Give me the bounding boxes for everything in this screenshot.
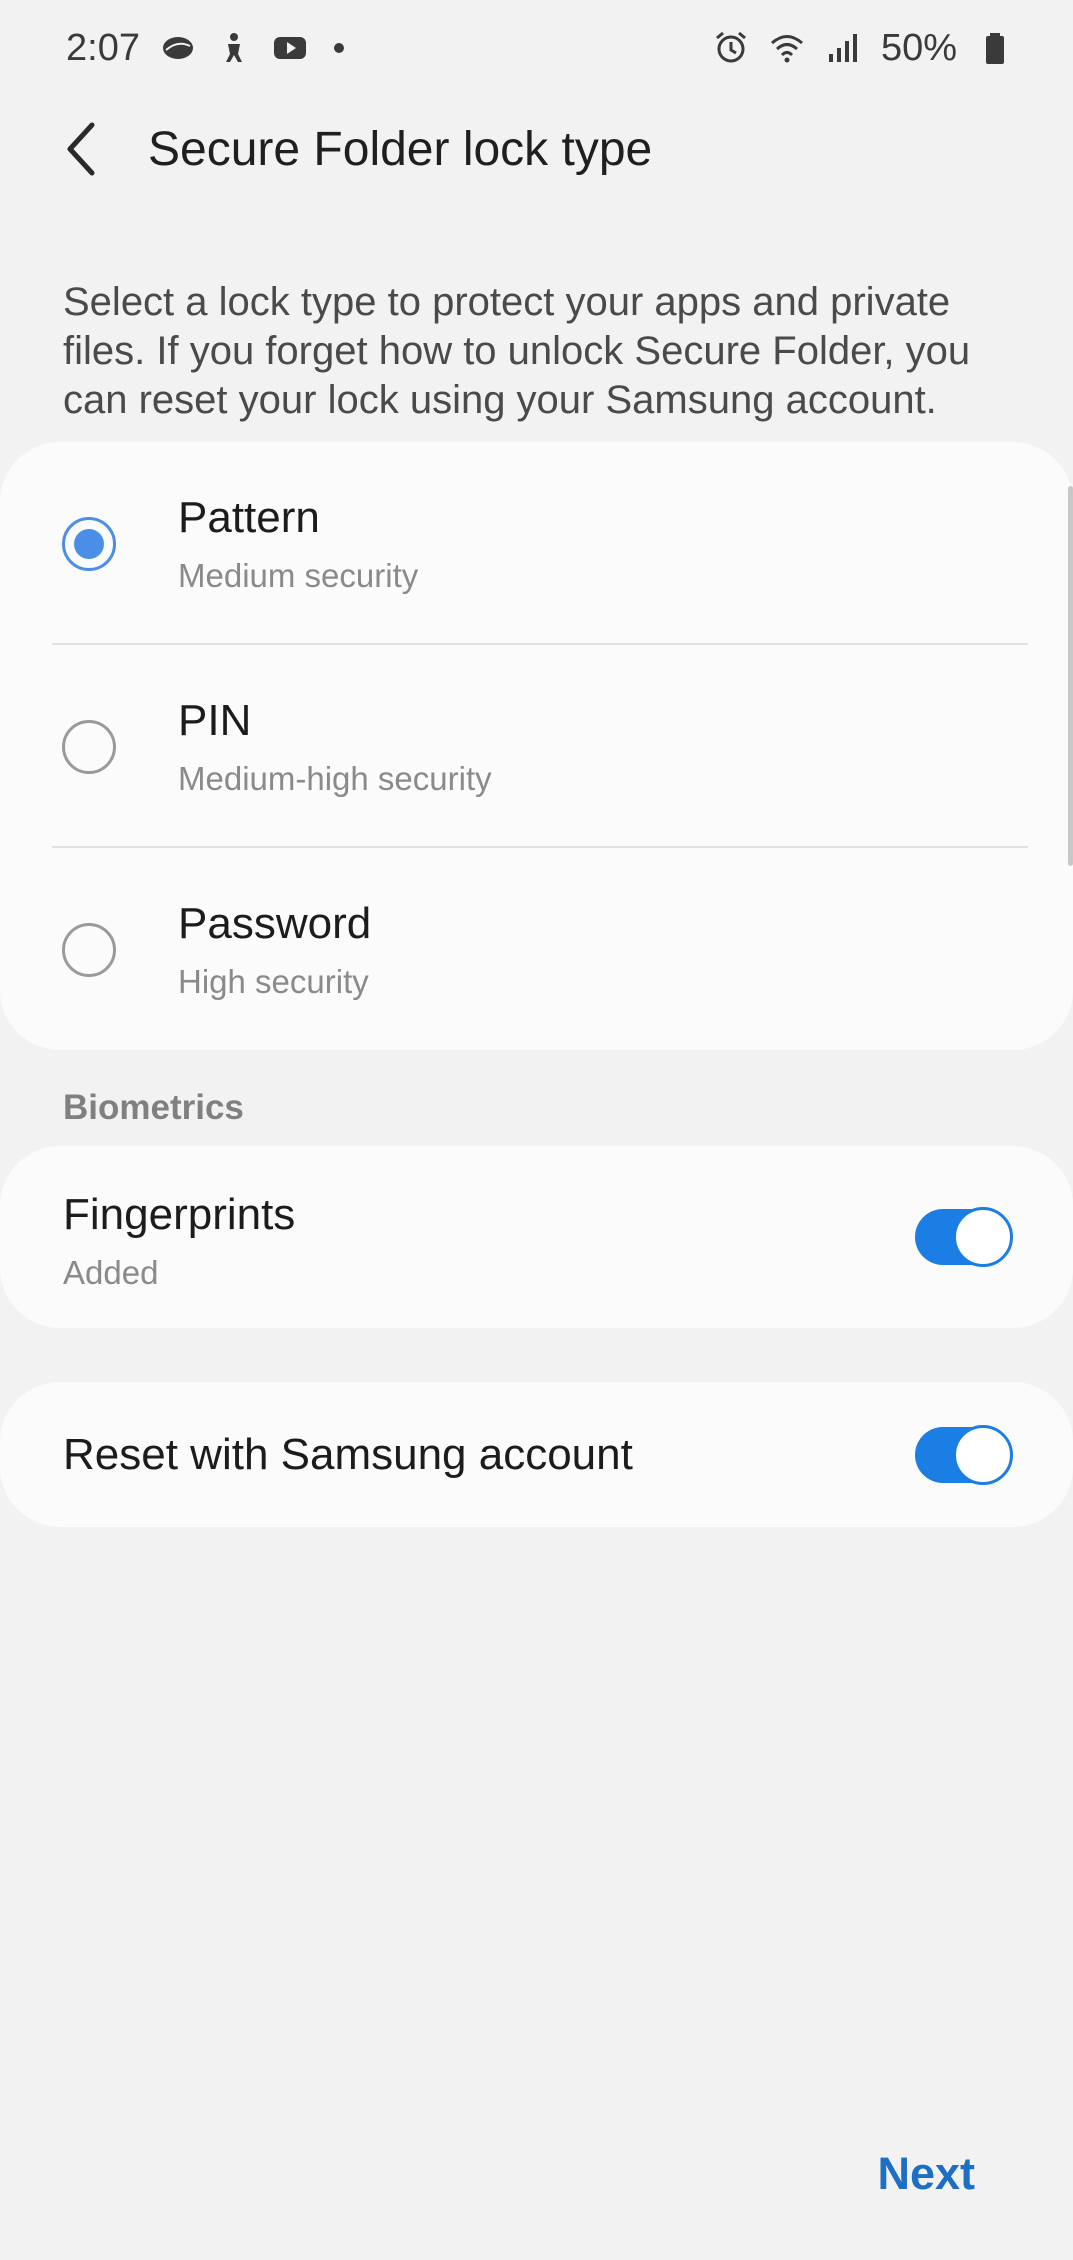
chevron-left-icon [67, 122, 95, 176]
battery-icon [977, 30, 1013, 66]
lock-option-title: PIN [178, 695, 252, 745]
radio-password[interactable] [62, 922, 116, 977]
next-button[interactable]: Next [877, 2148, 975, 2200]
signal-icon [825, 30, 861, 66]
fingerprints-subtitle: Added [63, 1254, 159, 1291]
lock-option-pin[interactable]: PIN Medium-high security [0, 645, 1073, 848]
sms-app-icon [160, 30, 196, 66]
lock-option-text: Pattern Medium security [178, 493, 418, 595]
notification-dot-icon [333, 43, 344, 53]
accessibility-icon [216, 30, 252, 66]
wifi-icon [769, 30, 805, 66]
radio-pin[interactable] [62, 719, 116, 774]
lock-options-card: Pattern Medium security PIN Medium-high … [0, 442, 1073, 1050]
fingerprints-toggle[interactable] [915, 1207, 1013, 1267]
lock-option-password[interactable]: Password High security [0, 848, 1073, 1051]
battery-percent: 50% [880, 26, 957, 69]
alarm-icon [713, 30, 749, 66]
radio-pattern[interactable] [62, 516, 116, 571]
scrollbar[interactable] [1068, 486, 1073, 866]
status-bar: 2:07 50% [0, 0, 1073, 96]
section-label-biometrics: Biometrics [63, 1088, 244, 1127]
fingerprints-text: Fingerprints Added [63, 1190, 295, 1292]
youtube-icon [272, 30, 308, 66]
lock-option-title: Pattern [178, 492, 320, 542]
status-bar-left: 2:07 [66, 27, 344, 70]
lock-option-title: Password [178, 898, 372, 948]
lock-option-pattern[interactable]: Pattern Medium security [0, 442, 1073, 645]
app-bar: Secure Folder lock type [0, 96, 1073, 202]
page-title: Secure Folder lock type [148, 122, 653, 176]
lock-option-subtitle: Medium-high security [178, 759, 492, 797]
lock-type-description: Select a lock type to protect your apps … [63, 280, 971, 422]
lock-option-text: Password High security [178, 899, 371, 1001]
reset-samsung-text: Reset with Samsung account [63, 1430, 633, 1480]
lock-option-subtitle: High security [178, 962, 369, 1000]
lock-option-subtitle: Medium security [178, 556, 419, 594]
back-button[interactable] [32, 99, 132, 199]
toggle-knob [953, 1207, 1013, 1267]
reset-samsung-title: Reset with Samsung account [63, 1430, 633, 1479]
status-bar-right: 50% [713, 27, 1013, 70]
status-time: 2:07 [66, 26, 140, 69]
fingerprints-card[interactable]: Fingerprints Added [0, 1146, 1073, 1328]
toggle-knob [953, 1425, 1013, 1485]
fingerprints-title: Fingerprints [63, 1190, 296, 1239]
lock-option-text: PIN Medium-high security [178, 696, 492, 798]
reset-samsung-toggle[interactable] [915, 1425, 1013, 1485]
reset-samsung-card[interactable]: Reset with Samsung account [0, 1382, 1073, 1527]
